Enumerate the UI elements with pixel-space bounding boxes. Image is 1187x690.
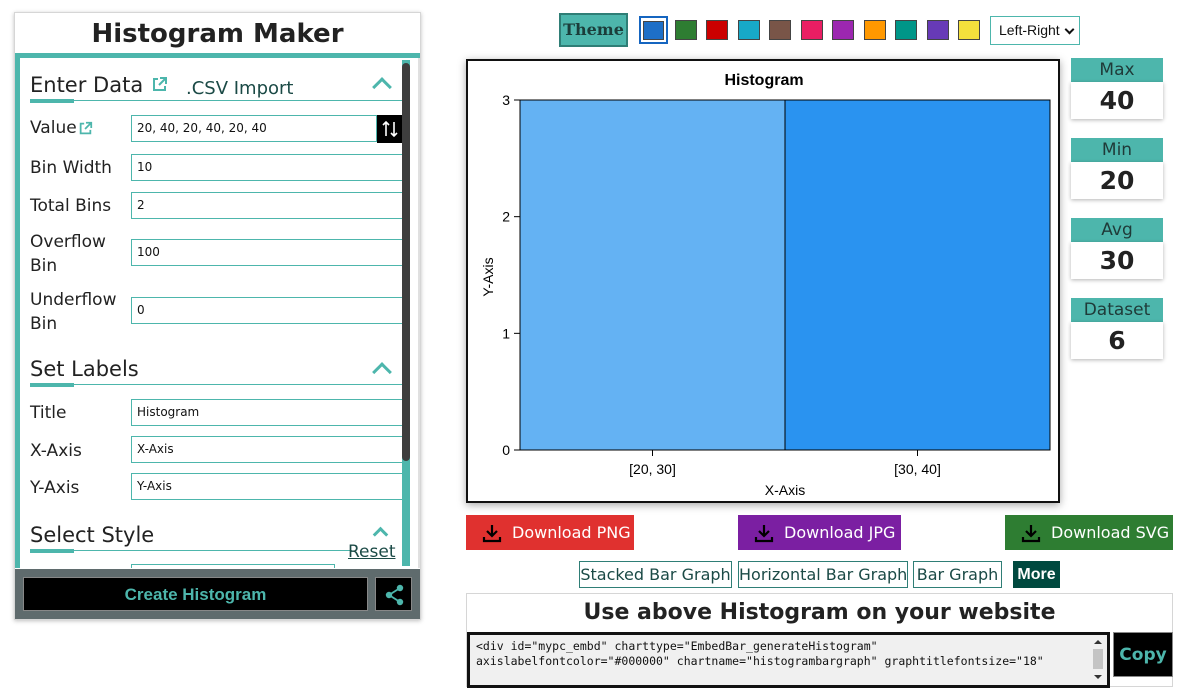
stat-min-value: 20 <box>1071 162 1163 199</box>
stat-max: Max 40 <box>1071 58 1163 120</box>
color-swatch[interactable] <box>895 20 917 40</box>
select-style-title: Select Style <box>30 523 155 547</box>
y-tick-label: 2 <box>502 209 510 225</box>
chart-title: Histogram <box>724 72 803 89</box>
bin-width-input[interactable]: 10 <box>131 154 403 181</box>
x-axis-input[interactable]: X-Axis <box>131 436 403 463</box>
download-jpg-button[interactable]: Download JPG <box>738 515 901 550</box>
set-labels-header[interactable]: Set Labels <box>30 351 402 387</box>
value-link-icon[interactable] <box>78 121 93 136</box>
stat-avg-label: Avg <box>1071 218 1163 242</box>
swap-arrows-icon <box>382 120 398 138</box>
color-swatch[interactable] <box>832 20 854 40</box>
style-table-edge <box>131 564 335 568</box>
collapse-chevron-icon[interactable] <box>372 526 389 543</box>
share-icon <box>385 584 404 606</box>
csv-import-link[interactable]: .CSV Import <box>186 78 294 99</box>
y-tick-label: 1 <box>502 325 510 341</box>
color-swatch[interactable] <box>927 20 949 40</box>
stat-max-value: 40 <box>1071 82 1163 119</box>
panel-scrollbar[interactable] <box>402 60 410 566</box>
share-button[interactable] <box>375 577 412 611</box>
enter-data-header[interactable]: Enter Data .CSV Import <box>30 67 402 103</box>
title-label: Title <box>30 403 67 423</box>
scroll-arrows-icon <box>1093 640 1103 679</box>
embed-scrollbar[interactable] <box>1090 635 1106 685</box>
title-input[interactable]: Histogram <box>131 399 403 426</box>
overflow-bin-input[interactable]: 100 <box>131 239 403 266</box>
download-svg-button[interactable]: Download SVG <box>1005 515 1173 550</box>
color-swatch[interactable] <box>864 20 886 40</box>
stat-max-label: Max <box>1071 58 1163 82</box>
total-bins-input[interactable]: 2 <box>131 192 403 219</box>
color-swatch[interactable] <box>675 20 697 40</box>
histogram-chart: Histogram 0 1 2 3 [20, 30] [30, 40] X-Axis Y-… <box>466 59 1060 503</box>
bin-width-label: Bin Width <box>30 158 112 178</box>
histogram-bar <box>519 99 786 451</box>
x-tick-label: [30, 40] <box>894 461 941 477</box>
y-axis-input[interactable]: Y-Axis <box>131 473 403 500</box>
y-axis-label: Y-Axis <box>30 478 80 498</box>
x-tick-label: [20, 30] <box>629 461 676 477</box>
embed-code-textarea[interactable]: <div id="mypc_embd" charttype="EmbedBar_… <box>467 632 1110 688</box>
layout-select-value: Left-Right <box>999 22 1060 38</box>
x-axis-title: X-Axis <box>765 482 805 498</box>
sort-toggle-button[interactable] <box>377 115 403 143</box>
color-swatch[interactable] <box>706 20 728 40</box>
y-axis-title: Y-Axis <box>480 257 496 296</box>
color-swatch[interactable] <box>769 20 791 40</box>
select-style-header[interactable]: Select Style <box>30 517 352 553</box>
x-axis-label: X-Axis <box>30 441 82 461</box>
enter-data-title: Enter Data <box>30 73 144 97</box>
more-button[interactable]: More <box>1013 561 1060 588</box>
input-panel: Histogram Maker Enter Data .CSV Import V… <box>14 12 421 620</box>
value-input[interactable]: 20, 40, 20, 40, 20, 40 <box>131 115 377 142</box>
horizontal-bar-graph-link[interactable]: Horizontal Bar Graph <box>738 561 908 588</box>
stat-dataset: Dataset 6 <box>1071 298 1163 360</box>
download-icon <box>754 525 774 543</box>
chart-bars <box>519 99 1051 451</box>
total-bins-label: Total Bins <box>30 196 112 216</box>
underflow-bin-label: Underflow Bin <box>30 290 117 334</box>
copy-button[interactable]: Copy <box>1113 632 1173 677</box>
collapse-chevron-icon[interactable] <box>372 362 392 382</box>
underflow-bin-input[interactable]: 0 <box>131 297 403 324</box>
external-link-icon[interactable] <box>151 76 168 93</box>
options-scroll-area[interactable]: Enter Data .CSV Import Value 20, 40, 20,… <box>15 58 420 568</box>
color-swatch[interactable] <box>643 21 664 40</box>
layout-select[interactable]: Left-Right <box>990 16 1080 45</box>
color-swatch[interactable] <box>958 20 980 40</box>
histogram-bar <box>784 99 1051 451</box>
color-swatch[interactable] <box>738 20 760 40</box>
stat-avg-value: 30 <box>1071 242 1163 279</box>
stacked-bar-graph-link[interactable]: Stacked Bar Graph <box>579 561 732 588</box>
bar-graph-link[interactable]: Bar Graph <box>913 561 1002 588</box>
scrollbar-thumb[interactable] <box>402 63 410 461</box>
chevron-down-icon <box>1064 24 1075 35</box>
stat-min: Min 20 <box>1071 138 1163 200</box>
set-labels-title: Set Labels <box>30 357 139 381</box>
chart-svg: Histogram 0 1 2 3 [20, 30] [30, 40] X-Axis Y-… <box>480 72 1051 498</box>
stat-dataset-value: 6 <box>1071 322 1163 359</box>
download-png-button[interactable]: Download PNG <box>466 515 634 550</box>
download-icon <box>1021 525 1041 543</box>
reset-link[interactable]: Reset <box>348 542 396 562</box>
stat-dataset-label: Dataset <box>1071 298 1163 322</box>
embed-panel: Use above Histogram on your website <div… <box>466 593 1173 688</box>
embed-title: Use above Histogram on your website <box>583 600 1056 625</box>
action-bar: Create Histogram <box>15 569 420 619</box>
download-icon <box>482 525 502 543</box>
collapse-chevron-icon[interactable] <box>372 77 392 97</box>
y-tick-label: 0 <box>502 442 510 458</box>
stat-avg: Avg 30 <box>1071 218 1163 280</box>
app-title: Histogram Maker <box>91 19 344 49</box>
stat-min-label: Min <box>1071 138 1163 162</box>
color-swatch[interactable] <box>801 20 823 40</box>
y-tick-label: 3 <box>502 92 510 108</box>
create-histogram-button[interactable]: Create Histogram <box>23 577 368 611</box>
overflow-bin-label: Overflow Bin <box>30 232 106 276</box>
value-label: Value <box>30 118 77 138</box>
theme-button[interactable]: Theme <box>559 13 628 47</box>
